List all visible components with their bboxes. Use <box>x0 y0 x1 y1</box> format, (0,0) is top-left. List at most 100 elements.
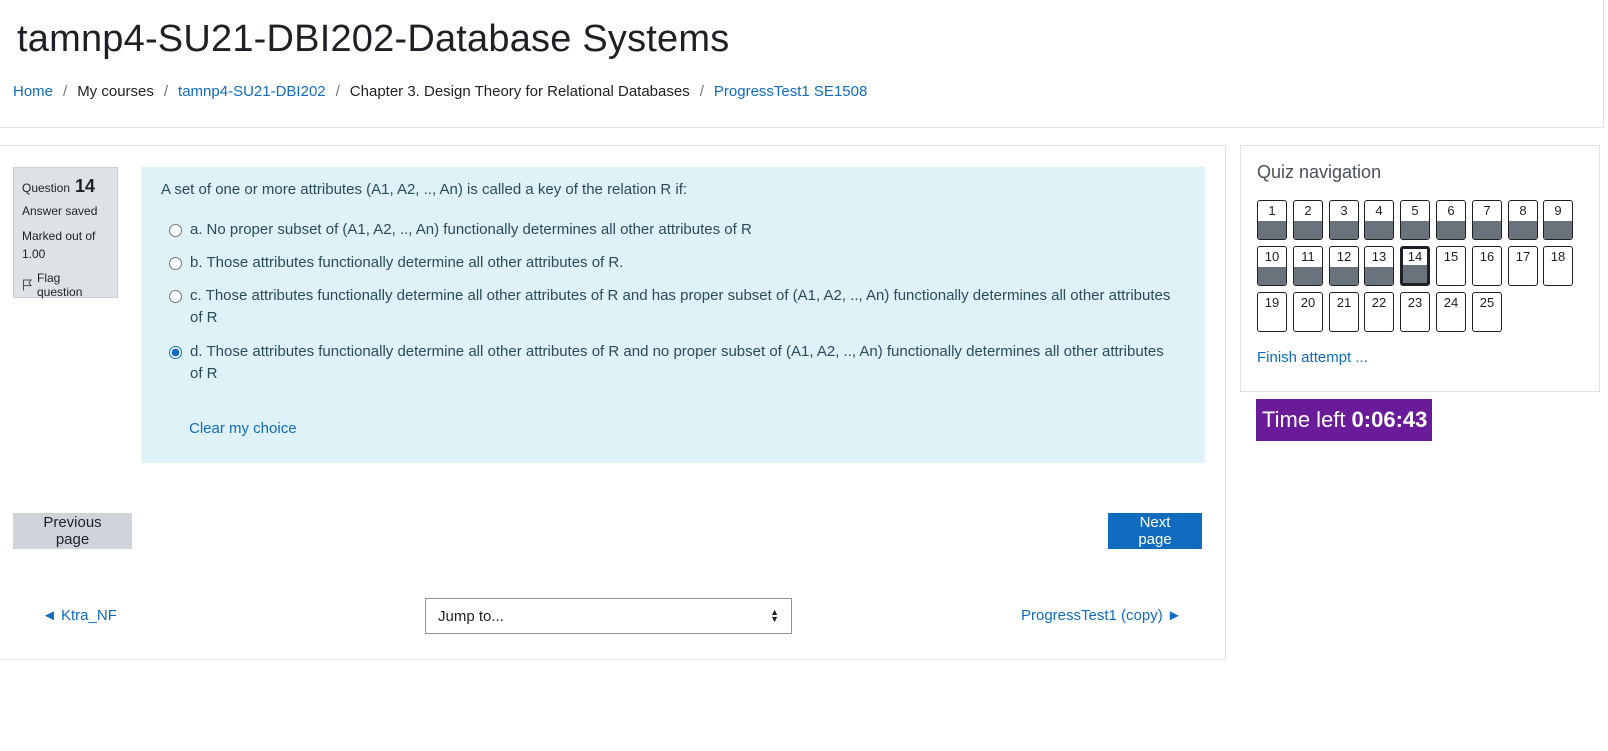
time-left-label: Time left <box>1262 407 1346 432</box>
answer-option-b[interactable]: b. Those attributes functionally determin… <box>169 252 1179 274</box>
quiz-navigation-title: Quiz navigation <box>1257 162 1382 182</box>
question-label: Question <box>22 181 71 195</box>
answer-radio-c[interactable] <box>169 290 182 303</box>
breadcrumb-separator: / <box>335 83 340 100</box>
quiz-nav-question-11[interactable]: 11 <box>1293 246 1323 286</box>
quiz-nav-question-20[interactable]: 20 <box>1293 292 1323 332</box>
quiz-nav-number: 9 <box>1554 203 1562 218</box>
question-text: A set of one or more attributes (A1, A2,… <box>161 181 688 198</box>
quiz-nav-question-10[interactable]: 10 <box>1257 246 1287 286</box>
answer-letter: d. <box>190 343 203 360</box>
quiz-nav-question-22[interactable]: 22 <box>1364 292 1394 332</box>
breadcrumb-separator: / <box>63 83 68 100</box>
quiz-nav-question-23[interactable]: 23 <box>1400 292 1430 332</box>
quiz-nav-question-6[interactable]: 6 <box>1436 200 1466 240</box>
quiz-nav-number: 2 <box>1304 203 1312 218</box>
breadcrumb-separator: / <box>699 83 704 100</box>
question-grade: Marked out of 1.00 <box>22 229 96 261</box>
answered-indicator <box>1403 265 1427 283</box>
next-activity-link[interactable]: ProgressTest1 (copy) ► <box>1021 607 1182 624</box>
answered-indicator <box>1330 221 1358 239</box>
page-header: tamnp4-SU21-DBI202-Database Systems Home… <box>0 0 1604 128</box>
quiz-nav-number: 19 <box>1264 295 1280 310</box>
next-page-button[interactable]: Next page <box>1108 513 1202 549</box>
quiz-nav-question-14[interactable]: 14 <box>1400 246 1430 286</box>
quiz-nav-question-3[interactable]: 3 <box>1329 200 1359 240</box>
quiz-nav-number: 1 <box>1268 203 1276 218</box>
answer-radio-a[interactable] <box>169 224 182 237</box>
question-info-panel: Question 14 Answer saved Marked out of 1… <box>13 167 118 299</box>
quiz-nav-number: 25 <box>1479 295 1495 310</box>
breadcrumb-separator: / <box>163 83 169 100</box>
quiz-nav-question-8[interactable]: 8 <box>1508 200 1538 240</box>
quiz-nav-question-1[interactable]: 1 <box>1257 200 1287 240</box>
answered-indicator <box>1330 267 1358 285</box>
quiz-nav-number: 12 <box>1336 249 1352 264</box>
answered-indicator <box>1258 221 1286 239</box>
answer-text: Those attributes functionally determine … <box>206 254 624 271</box>
quiz-nav-question-7[interactable]: 7 <box>1472 200 1502 240</box>
time-left-value: 0:06:43 <box>1351 407 1428 432</box>
quiz-nav-question-17[interactable]: 17 <box>1508 246 1538 286</box>
quiz-nav-question-15[interactable]: 15 <box>1436 246 1466 286</box>
answer-option-c[interactable]: c. Those attributes functionally determin… <box>169 285 1179 329</box>
time-left-timer: Time left 0:06:43 <box>1256 399 1432 441</box>
finish-attempt-link[interactable]: Finish attempt ... <box>1257 349 1368 366</box>
answer-letter: a. <box>190 221 203 238</box>
quiz-nav-question-12[interactable]: 12 <box>1329 246 1359 286</box>
quiz-nav-question-9[interactable]: 9 <box>1543 200 1573 240</box>
quiz-nav-question-18[interactable]: 18 <box>1543 246 1573 286</box>
answered-indicator <box>1509 221 1537 239</box>
jump-to-value: Jump to... <box>438 607 504 625</box>
answer-letter: c. <box>190 287 202 304</box>
breadcrumb-home[interactable]: Home <box>13 83 53 100</box>
quiz-nav-number: 7 <box>1483 203 1491 218</box>
jump-to-select[interactable]: Jump to... ▲ ▼ <box>425 598 792 634</box>
previous-activity-link[interactable]: ◄ Ktra_NF <box>42 607 117 624</box>
quiz-nav-number: 8 <box>1519 203 1527 218</box>
answer-radio-d[interactable] <box>169 346 182 359</box>
flag-icon <box>23 279 32 291</box>
answer-option-a[interactable]: a. No proper subset of (A1, A2, .., An) f… <box>169 219 1179 241</box>
quiz-nav-number: 6 <box>1447 203 1455 218</box>
question-number: 14 <box>75 176 96 196</box>
breadcrumb-quiz[interactable]: ProgressTest1 SE1508 <box>714 83 867 100</box>
clear-choice-link[interactable]: Clear my choice <box>189 420 297 437</box>
quiz-nav-question-2[interactable]: 2 <box>1293 200 1323 240</box>
quiz-nav-number: 16 <box>1479 249 1495 264</box>
answered-indicator <box>1437 221 1465 239</box>
select-arrows-icon: ▲ ▼ <box>770 607 779 624</box>
answered-indicator <box>1473 221 1501 239</box>
quiz-nav-question-5[interactable]: 5 <box>1400 200 1430 240</box>
page-title: tamnp4-SU21-DBI202-Database Systems <box>17 18 730 60</box>
answered-indicator <box>1365 221 1393 239</box>
quiz-nav-number: 10 <box>1264 249 1280 264</box>
previous-page-button[interactable]: Previous page <box>13 513 132 549</box>
answered-indicator <box>1544 221 1572 239</box>
answer-radio-b[interactable] <box>169 257 182 270</box>
quiz-nav-question-24[interactable]: 24 <box>1436 292 1466 332</box>
answer-letter: b. <box>190 254 203 271</box>
quiz-nav-number: 14 <box>1407 249 1423 264</box>
flag-question-label: Flag question <box>37 271 83 300</box>
quiz-nav-question-21[interactable]: 21 <box>1329 292 1359 332</box>
quiz-nav-question-16[interactable]: 16 <box>1472 246 1502 286</box>
answered-indicator <box>1294 267 1322 285</box>
breadcrumb: Home / My courses / tamnp4-SU21-DBI202 /… <box>13 83 867 100</box>
breadcrumb-course[interactable]: tamnp4-SU21-DBI202 <box>178 83 326 100</box>
flag-question-button[interactable]: Flag question <box>22 271 109 299</box>
quiz-nav-number: 23 <box>1407 295 1423 310</box>
quiz-nav-question-19[interactable]: 19 <box>1257 292 1287 332</box>
quiz-nav-number: 11 <box>1301 249 1315 264</box>
quiz-nav-question-13[interactable]: 13 <box>1364 246 1394 286</box>
quiz-nav-number: 15 <box>1443 249 1459 264</box>
answer-text: No proper subset of (A1, A2, .., An) fun… <box>206 221 752 238</box>
answered-indicator <box>1294 221 1322 239</box>
quiz-navigation-block: Quiz navigation 1 2 3 4 5 6 7 8 9 10 11 12 13 14 15 16 1… <box>1240 145 1600 392</box>
quiz-nav-question-25[interactable]: 25 <box>1472 292 1502 332</box>
breadcrumb-chapter: Chapter 3. Design Theory for Relational … <box>349 83 690 100</box>
quiz-nav-number: 4 <box>1375 203 1383 218</box>
answer-option-d[interactable]: d. Those attributes functionally determin… <box>169 341 1179 385</box>
quiz-nav-question-4[interactable]: 4 <box>1364 200 1394 240</box>
question-formulation: A set of one or more attributes (A1, A2,… <box>141 167 1205 463</box>
